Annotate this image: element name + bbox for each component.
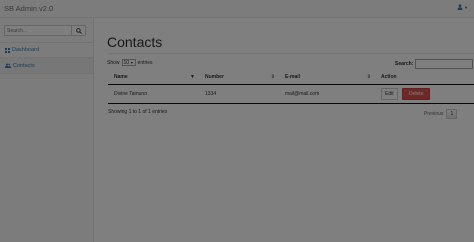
modal-backdrop[interactable] (0, 0, 474, 242)
